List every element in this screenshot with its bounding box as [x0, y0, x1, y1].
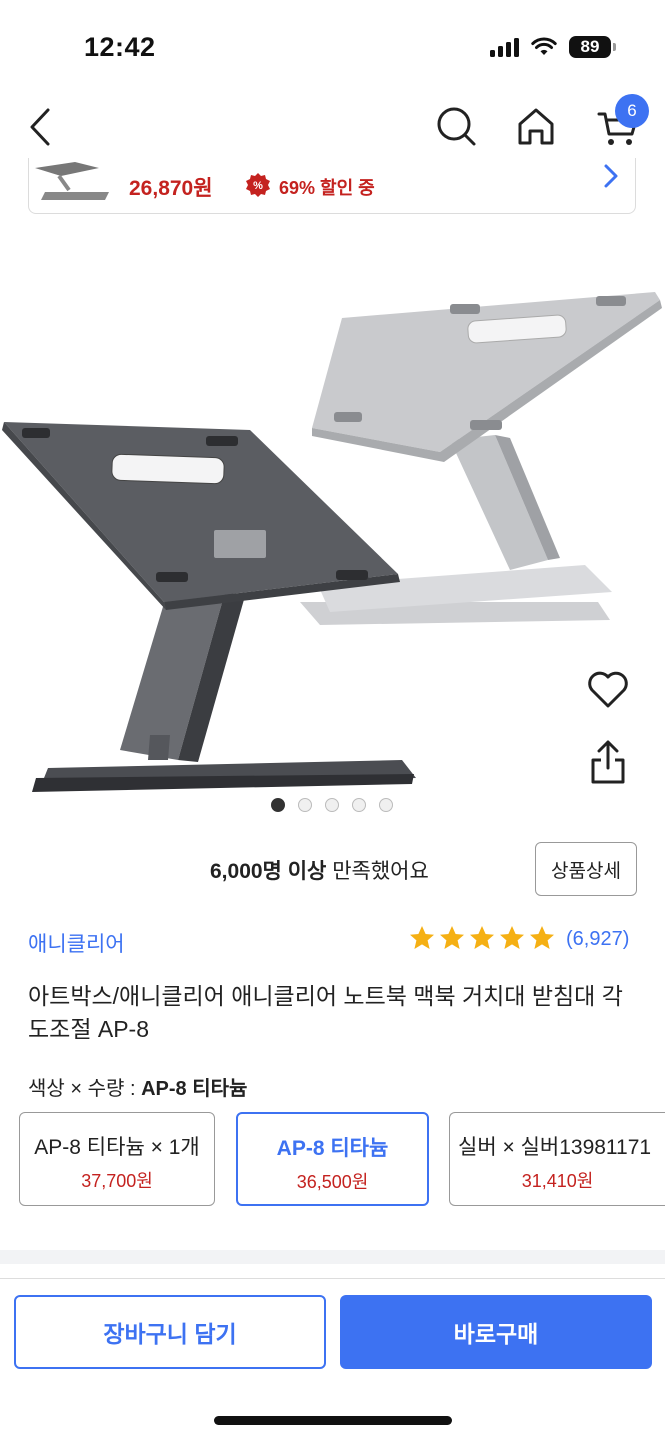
back-icon[interactable] [22, 104, 62, 150]
pagination-dot[interactable] [325, 798, 339, 812]
brand-link[interactable]: 애니클리어 [28, 928, 125, 958]
star-icon [440, 926, 464, 949]
cellular-signal-icon [490, 37, 519, 57]
option-price: 31,410원 [521, 1171, 594, 1191]
review-count[interactable]: (6,927) [566, 928, 629, 951]
home-indicator [214, 1416, 452, 1425]
discount-badge-symbol: % [253, 180, 263, 192]
status-bar: 12:42 89 [0, 0, 665, 96]
search-icon[interactable] [434, 104, 478, 148]
option-name: 실버 × 실버13981171 [458, 1136, 652, 1159]
share-icon[interactable] [588, 738, 628, 786]
image-pagination[interactable] [271, 798, 393, 812]
status-time: 12:42 [84, 32, 156, 62]
option-card-selected[interactable]: AP-8 티타늄 36,500원 [236, 1112, 429, 1206]
option-price: 36,500원 [296, 1172, 369, 1192]
option-selected-value: AP-8 티타늄 [141, 1078, 248, 1100]
satisfaction-text: 6,000명 이상 만족했어요 [210, 855, 429, 885]
option-name: AP-8 티타늄 × 1개 [34, 1136, 200, 1159]
add-to-cart-button[interactable]: 장바구니 담기 [14, 1295, 326, 1369]
product-title: 아트박스/애니클리어 애니클리어 노트북 맥북 거치대 받침대 각도조절 AP-… [28, 983, 623, 1042]
promo-discount: 69% 할인 중 [279, 178, 375, 198]
pagination-dot[interactable] [271, 798, 285, 812]
promo-price: 26,870원 [129, 177, 213, 200]
promo-banner[interactable]: 26,870원 % 69% 할인 중 [28, 158, 636, 214]
wifi-icon [531, 37, 557, 55]
cart-count-badge: 6 [615, 94, 649, 128]
star-icon [410, 926, 434, 949]
home-icon[interactable] [514, 104, 558, 148]
star-icon [500, 926, 524, 949]
option-card[interactable]: 실버 × 실버13981171 31,410원 [449, 1112, 665, 1206]
bottom-bar-divider [0, 1278, 665, 1279]
section-divider [0, 1250, 665, 1264]
chevron-right-icon[interactable] [601, 162, 621, 192]
pagination-dot[interactable] [379, 798, 393, 812]
product-image[interactable] [0, 240, 665, 820]
option-price: 37,700원 [81, 1171, 153, 1191]
rating-stars[interactable] [408, 924, 556, 952]
status-icons: 89 [490, 36, 616, 58]
discount-badge-icon: % [246, 173, 270, 197]
promo-thumbnail [35, 162, 109, 200]
star-icon [530, 926, 554, 949]
option-label: 색상 × 수량 : AP-8 티타늄 [28, 1072, 247, 1101]
satisfaction-label: 만족했어요 [326, 860, 429, 883]
option-name: AP-8 티타늄 [276, 1137, 389, 1160]
battery-icon: 89 [569, 36, 616, 58]
option-card[interactable]: AP-8 티타늄 × 1개 37,700원 [19, 1112, 215, 1206]
satisfaction-count: 6,000명 이상 [210, 860, 327, 883]
top-nav: 6 [0, 94, 665, 160]
heart-icon[interactable] [586, 668, 630, 710]
star-icon [470, 926, 494, 949]
product-detail-button[interactable]: 상품상세 [535, 842, 637, 896]
pagination-dot[interactable] [352, 798, 366, 812]
buy-now-button[interactable]: 바로구매 [340, 1295, 652, 1369]
option-label-prefix: 색상 × 수량 : [28, 1078, 142, 1100]
pagination-dot[interactable] [298, 798, 312, 812]
